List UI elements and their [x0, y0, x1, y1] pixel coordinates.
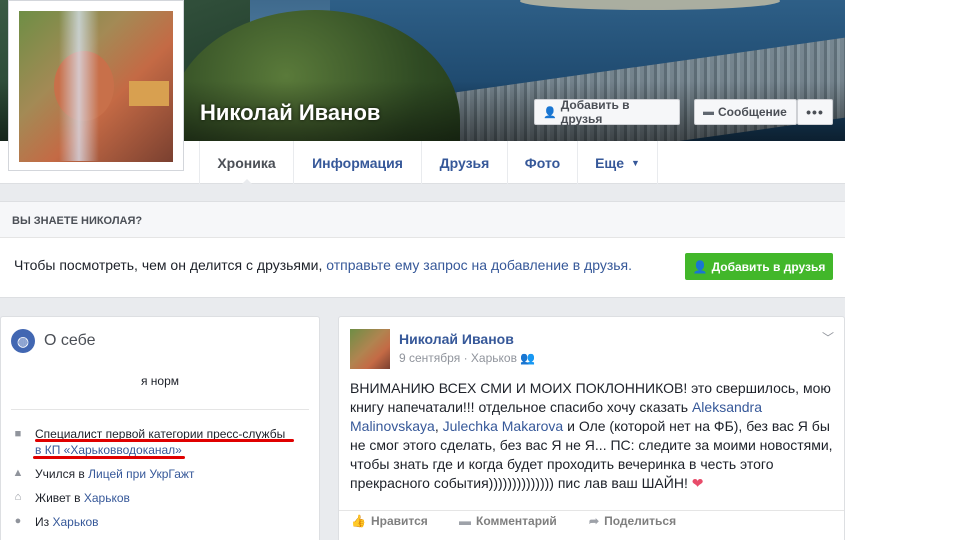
intro-box: ◍ О себе я норм ■ Специалист первой кате… [0, 316, 320, 540]
facebook-profile: Николай Иванов 👤 Добавить в друзья ▬ Соо… [0, 0, 845, 540]
globe-icon: ◍ [11, 329, 35, 353]
briefcase-icon: ■ [14, 428, 22, 440]
post-author-name[interactable]: Николай Иванов [399, 331, 514, 347]
hometown-link[interactable]: Харьков [52, 515, 98, 529]
add-friend-green-button[interactable]: 👤 Добавить в друзья [685, 253, 833, 280]
post-author-avatar[interactable] [350, 329, 390, 369]
hometown-info: ● Из Харьков [11, 515, 99, 529]
post-options-chevron-icon[interactable]: ﹀ [822, 329, 834, 346]
do-you-know-heading: ВЫ ЗНАЕТЕ НИКОЛАЯ? [0, 202, 845, 238]
divider [11, 409, 309, 410]
workplace-link[interactable]: в КП «Харьковводоканал» [35, 443, 182, 457]
do-you-know-box: ВЫ ЗНАЕТЕ НИКОЛАЯ? Чтобы посмотреть, чем… [0, 201, 845, 298]
graduation-cap-icon: ▲ [12, 467, 24, 479]
more-dots-icon: ••• [806, 104, 824, 120]
location-pin-icon: ● [14, 515, 22, 527]
tab-friends[interactable]: Друзья [421, 141, 507, 184]
more-button[interactable]: ••• [797, 99, 833, 125]
add-friend-icon: 👤 [692, 259, 708, 274]
tab-about[interactable]: Информация [293, 141, 421, 184]
post-body: ВНИМАНИЮ ВСЕХ СМИ И МОИХ ПОКЛОННИКОВ! эт… [350, 380, 833, 491]
post-meta: 9 сентября · Харьков 👥 [399, 351, 536, 365]
message-button[interactable]: ▬ Сообщение [694, 99, 797, 125]
post-date[interactable]: 9 сентября [399, 351, 460, 365]
do-you-know-text: Чтобы посмотреть, чем он делится с друзь… [14, 257, 633, 273]
red-underline [35, 439, 294, 442]
post-location[interactable]: Харьков [471, 351, 517, 365]
timeline-post: Николай Иванов 9 сентября · Харьков 👥 ﹀ … [338, 316, 845, 540]
profile-name[interactable]: Николай Иванов [200, 100, 380, 126]
like-button[interactable]: 👍 Нравится [351, 514, 428, 528]
school-link[interactable]: Лицей при УкрГажт [88, 467, 194, 481]
tab-photos[interactable]: Фото [507, 141, 577, 184]
share-button[interactable]: ➦ Поделиться [589, 514, 676, 528]
message-label: Сообщение [718, 105, 787, 119]
thumbs-up-icon: 👍 [351, 514, 366, 528]
tab-timeline[interactable]: Хроника [199, 141, 293, 185]
add-friend-button[interactable]: 👤 Добавить в друзья [534, 98, 680, 126]
current-city-link[interactable]: Харьков [84, 491, 130, 505]
page: Николай Иванов 👤 Добавить в друзья ▬ Соо… [0, 0, 960, 540]
lives-in-info: ⌂ Живет в Харьков [11, 491, 130, 505]
send-request-link[interactable]: отправьте ему запрос на добавление в дру… [326, 257, 632, 273]
add-friend-icon: 👤 [543, 106, 557, 119]
profile-picture[interactable] [8, 0, 184, 171]
share-arrow-icon: ➦ [589, 514, 600, 528]
add-friend-label: Добавить в друзья [560, 98, 630, 126]
caret-down-icon: ▼ [631, 157, 640, 168]
comment-button[interactable]: ▬ Комментарий [459, 514, 557, 528]
education-info: ▲ Учился в Лицей при УкрГажт [12, 467, 195, 481]
intro-heading: ◍ О себе [11, 329, 96, 353]
heart-emoji-icon: ❤ [691, 475, 704, 491]
bio-text: я норм [140, 374, 180, 388]
tab-more[interactable]: Еще ▼ [577, 141, 658, 184]
friends-audience-icon[interactable]: 👥 [520, 351, 535, 365]
red-underline [33, 456, 185, 459]
mention-link[interactable]: Julechka Makarova [443, 418, 564, 434]
work-info: ■ Специалист первой категории пресс-служ… [11, 426, 286, 458]
home-icon: ⌂ [14, 491, 22, 503]
comment-icon: ▬ [459, 514, 471, 528]
message-icon: ▬ [703, 106, 714, 118]
